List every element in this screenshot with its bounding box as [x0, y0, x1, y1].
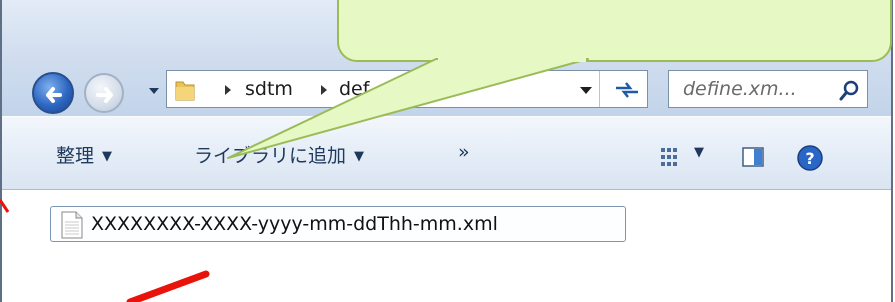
view-options-caret-icon[interactable]: ▼ [694, 145, 704, 160]
organize-button[interactable]: 整理 ▼ [56, 141, 112, 168]
chevron-down-icon: ▼ [102, 149, 113, 164]
file-name: XXXXXXXX-XXXX-yyyy-mm-ddThh-mm.xml [91, 213, 498, 235]
back-button[interactable] [32, 72, 74, 114]
back-arrow-icon [46, 87, 62, 103]
address-divider [599, 71, 600, 107]
add-to-library-button[interactable]: ライブラリに追加 ▼ [194, 141, 364, 168]
search-icon[interactable] [839, 79, 861, 101]
file-list-pane: XXXXXXXX-XXXX-yyyy-mm-ddThh-mm.xml [2, 190, 891, 302]
address-bar[interactable]: sdtm def [166, 70, 610, 108]
breadcrumb-sdtm[interactable]: sdtm [245, 78, 293, 100]
breadcrumb-def[interactable]: def [339, 78, 369, 100]
recent-pages-caret-icon[interactable] [147, 84, 161, 98]
refresh-icon [616, 82, 638, 98]
xml-file-icon [61, 211, 83, 239]
preview-pane-icon[interactable] [742, 147, 764, 167]
callout-bubble [337, 0, 892, 62]
command-bar: 整理 ▼ ライブラリに追加 ▼ » ▼ ? [2, 116, 891, 190]
search-box[interactable]: define.xm... [668, 70, 868, 108]
breadcrumb-arrow-icon[interactable] [319, 84, 329, 96]
chevron-down-icon: ▼ [354, 149, 365, 164]
view-options-icon[interactable] [660, 147, 682, 167]
refresh-button[interactable] [606, 70, 648, 108]
folder-icon [175, 81, 195, 101]
search-input[interactable]: define.xm... [683, 78, 797, 100]
address-dropdown-icon[interactable] [579, 84, 593, 96]
forward-arrow-icon [96, 87, 113, 103]
breadcrumb-arrow-icon[interactable] [223, 84, 233, 96]
svg-text:?: ? [805, 149, 814, 168]
help-icon[interactable]: ? [796, 144, 824, 172]
add-to-library-label: ライブラリに追加 [194, 145, 347, 167]
forward-button[interactable] [84, 73, 124, 113]
list-item[interactable]: XXXXXXXX-XXXX-yyyy-mm-ddThh-mm.xml [50, 206, 626, 242]
more-commands-button[interactable]: » [458, 141, 470, 163]
organize-label: 整理 [56, 145, 95, 167]
